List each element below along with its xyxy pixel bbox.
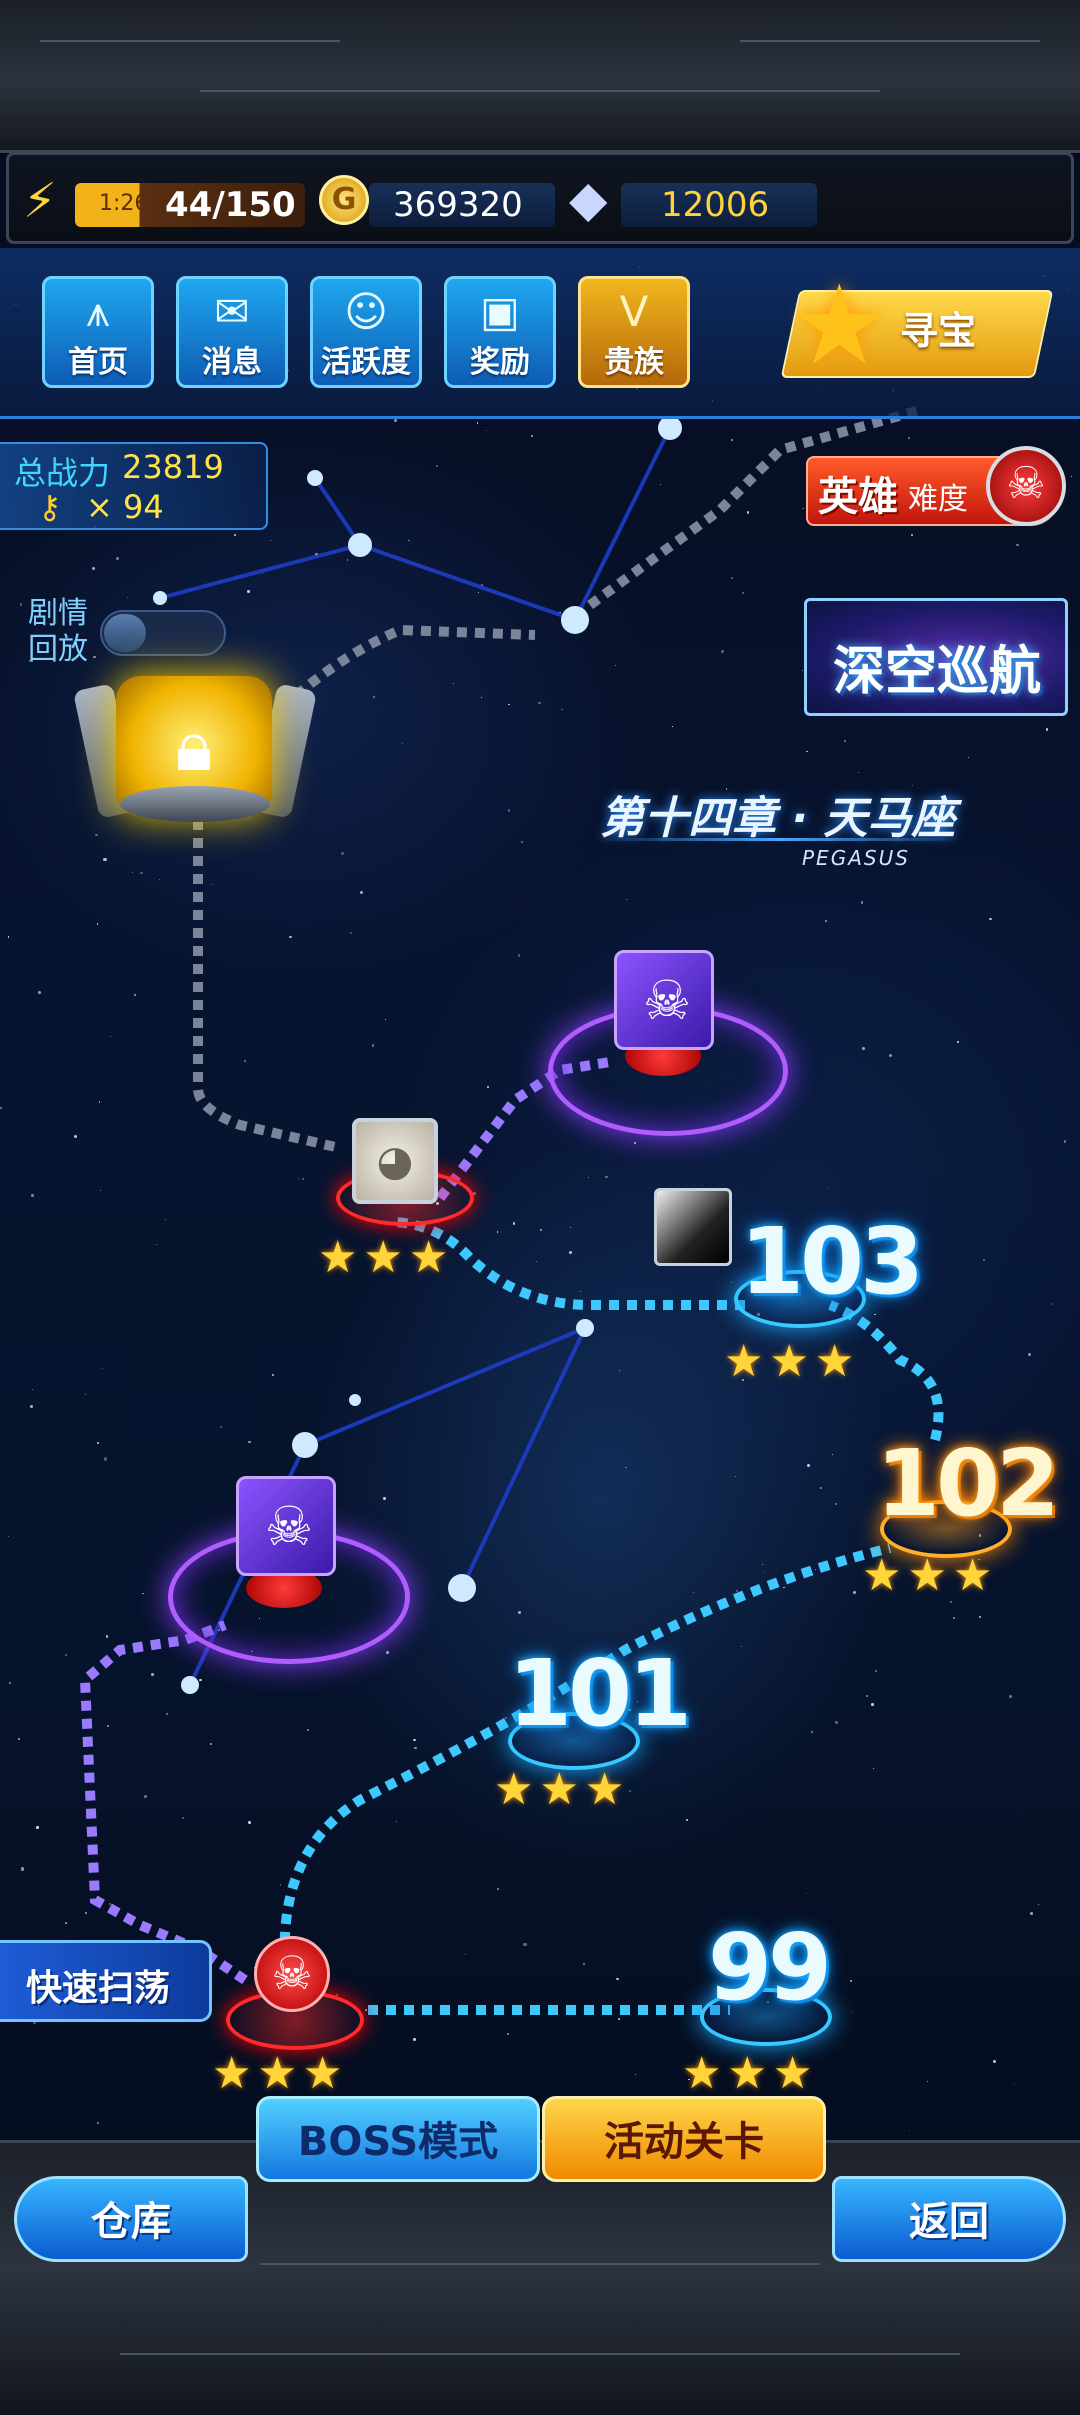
- jet-star-icon: ★: [790, 261, 889, 389]
- locked-node-base: [120, 786, 270, 822]
- diamond-icon: ◆: [569, 170, 608, 228]
- padlock-icon: 🔒︎: [175, 705, 213, 787]
- level-103-stars: ★★★: [724, 1336, 861, 1387]
- skull-icon: ☠: [642, 969, 692, 1032]
- back-label: 返回: [909, 2199, 989, 2245]
- messages-label: 消息: [202, 345, 262, 380]
- diamond-value: 12006: [661, 185, 770, 225]
- level-103-node[interactable]: 103: [740, 1208, 924, 1315]
- gift-icon: ▣: [480, 287, 520, 336]
- boss-stage-node[interactable]: ☠: [236, 1476, 336, 1576]
- combat-power-panel: 总战力 23819 ⚷ × 94: [0, 442, 268, 530]
- key-icon: ⚷: [38, 488, 62, 526]
- deep-space-cruise-button[interactable]: 深空巡航: [804, 598, 1068, 716]
- boss-stage-node[interactable]: ☠: [614, 950, 714, 1050]
- warehouse-label: 仓库: [91, 2199, 171, 2245]
- replay-label-line2: 回放: [28, 632, 88, 667]
- home-button[interactable]: ⩚ 首页: [42, 276, 154, 388]
- chapter-subtitle: PEGASUS: [802, 846, 910, 870]
- energy-timer: 1:26: [99, 191, 149, 216]
- skull-icon: ☠: [986, 446, 1066, 526]
- replay-label-line1: 剧情: [28, 596, 88, 631]
- friend-avatar[interactable]: [654, 1188, 732, 1266]
- skull-icon: ☠: [271, 1946, 313, 2000]
- warehouse-button[interactable]: 仓库: [14, 2176, 248, 2262]
- energy-icon: ⚡: [23, 173, 57, 229]
- level-101-stars: ★★★: [494, 1764, 631, 1815]
- dog-icon: ◕: [376, 1136, 414, 1185]
- level-101-node[interactable]: 101: [508, 1640, 692, 1747]
- chapter-title: 第十四章 · 天马座: [600, 793, 956, 844]
- deep-space-label: 深空巡航: [833, 642, 1042, 702]
- rewards-label: 奖励: [470, 345, 530, 380]
- resource-bar: ⚡ 1:26 44/150 G 369320 ◆ 12006: [6, 152, 1074, 244]
- key-count: × 94: [86, 488, 164, 526]
- back-button[interactable]: 返回: [832, 2176, 1066, 2262]
- boss-level-stars: ★★★: [212, 2048, 349, 2099]
- home-label: 首页: [68, 345, 128, 380]
- event-stage-label: 活动关卡: [604, 2119, 764, 2165]
- level-99-stars: ★★★: [682, 2048, 819, 2099]
- home-icon: ⩚: [86, 287, 110, 336]
- quick-sweep-button[interactable]: 快速扫荡: [0, 1940, 212, 2022]
- activity-button[interactable]: ☺ 活跃度: [310, 276, 422, 388]
- activity-label: 活跃度: [321, 345, 411, 380]
- replay-label: 剧情 回放: [28, 596, 88, 668]
- noble-label: 贵族: [604, 345, 664, 380]
- level-99-node[interactable]: 99: [708, 1914, 832, 2021]
- top-frame: [0, 0, 1080, 153]
- level-102-stars: ★★★: [862, 1550, 999, 1601]
- noble-button[interactable]: V 贵族: [578, 276, 690, 388]
- quick-sweep-label: 快速扫荡: [26, 1968, 171, 2009]
- treasure-label: 寻宝: [900, 309, 977, 353]
- event-stage-button[interactable]: 活动关卡: [542, 2096, 826, 2182]
- smiley-icon: ☺: [344, 287, 388, 336]
- toggle-knob: [104, 614, 146, 652]
- chapter-underline: [600, 838, 960, 841]
- boss-mode-button[interactable]: BOSS模式: [256, 2096, 540, 2182]
- difficulty-label: 难度: [908, 482, 968, 517]
- hero-label: 英雄: [818, 474, 898, 520]
- gold-value: 369320: [393, 185, 523, 225]
- player-avatar[interactable]: ◕: [352, 1118, 438, 1204]
- boss-mode-label: BOSS模式: [297, 2119, 499, 2165]
- power-value: 23819: [122, 448, 224, 486]
- energy-value: 44/150: [165, 185, 296, 225]
- boss-level-node[interactable]: ☠: [254, 1936, 330, 2012]
- v-crest-icon: V: [619, 287, 649, 336]
- messages-button[interactable]: ✉ 消息: [176, 276, 288, 388]
- rewards-button[interactable]: ▣ 奖励: [444, 276, 556, 388]
- gold-coin-icon: G: [319, 175, 369, 225]
- skull-icon: ☠: [264, 1495, 314, 1558]
- envelope-icon: ✉: [214, 287, 250, 336]
- cleared-node-stars: ★★★: [318, 1232, 455, 1283]
- level-102-node[interactable]: 102: [876, 1430, 1060, 1537]
